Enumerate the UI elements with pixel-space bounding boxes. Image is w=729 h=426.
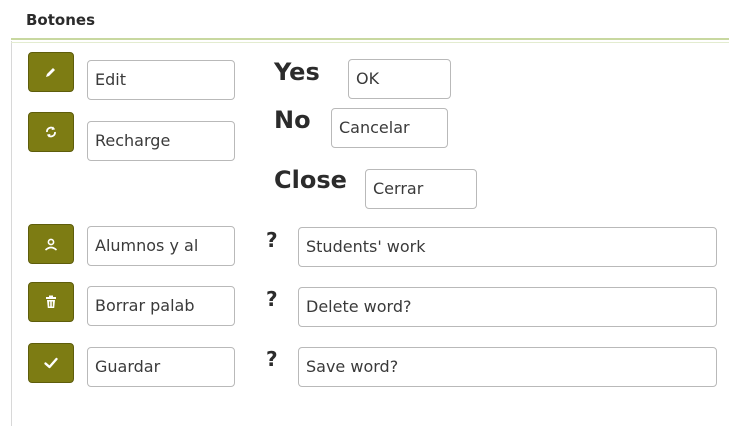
panel-header xyxy=(11,0,729,41)
pencil-icon xyxy=(46,68,55,77)
header-divider xyxy=(11,38,729,40)
close-text-field[interactable]: Cerrar xyxy=(365,169,477,209)
students-button[interactable] xyxy=(28,224,74,264)
close-label: Close xyxy=(274,166,347,194)
save-text-field[interactable]: Guardar xyxy=(87,347,235,387)
header-divider-secondary xyxy=(11,42,729,43)
no-label: No xyxy=(274,106,311,134)
save-word-field[interactable]: Save word? xyxy=(298,347,717,387)
check-icon xyxy=(44,357,58,369)
delete-word-field[interactable]: Delete word? xyxy=(298,287,717,327)
yes-label: Yes xyxy=(274,58,320,86)
delete-button[interactable] xyxy=(28,282,74,322)
user-icon xyxy=(44,238,58,251)
trash-icon xyxy=(46,295,56,308)
edit-button[interactable] xyxy=(28,52,74,92)
yes-text-field[interactable]: OK xyxy=(348,59,451,99)
refresh-button[interactable] xyxy=(28,112,74,152)
no-text-field[interactable]: Cancelar xyxy=(331,108,448,148)
save-button[interactable] xyxy=(28,343,74,383)
question-mark: ? xyxy=(266,347,278,371)
recharge-text-field[interactable]: Recharge xyxy=(87,121,235,161)
refresh-icon xyxy=(46,126,56,138)
delete-text-field[interactable]: Borrar palab xyxy=(87,286,235,326)
students-text-field[interactable]: Alumnos y al xyxy=(87,226,235,266)
panel-title: Botones xyxy=(26,11,95,29)
edit-text-field[interactable]: Edit xyxy=(87,60,235,100)
question-mark: ? xyxy=(266,228,278,252)
students-work-field[interactable]: Students' work xyxy=(298,227,717,267)
question-mark: ? xyxy=(266,287,278,311)
